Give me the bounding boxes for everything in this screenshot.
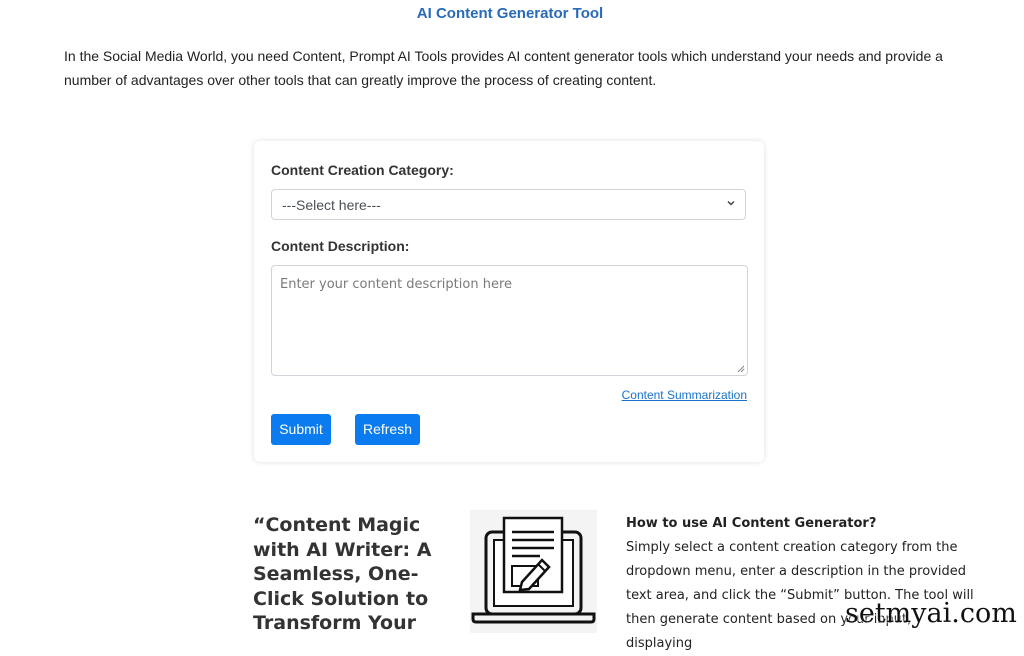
description-textarea[interactable]: Enter your content description here — [271, 265, 748, 376]
watermark: setmyai.com — [845, 598, 1017, 629]
page-title: AI Content Generator Tool — [416, 5, 604, 22]
content-summarization-link[interactable]: Content Summarization — [622, 388, 747, 402]
chevron-down-icon — [727, 200, 735, 206]
feature-quote: “Content Magic with AI Writer: A Seamles… — [253, 514, 432, 634]
category-label: Content Creation Category: — [271, 162, 454, 178]
refresh-button[interactable]: Refresh — [355, 414, 420, 445]
description-label: Content Description: — [271, 238, 410, 254]
category-selected-value: ---Select here--- — [282, 197, 381, 213]
submit-button[interactable]: Submit — [271, 414, 331, 445]
description-placeholder: Enter your content description here — [280, 277, 513, 292]
category-select[interactable]: ---Select here--- — [271, 189, 746, 220]
how-to-body: Simply select a content creation categor… — [626, 540, 974, 651]
how-to-title: How to use AI Content Generator? — [626, 516, 877, 531]
resize-grip-icon[interactable] — [737, 365, 745, 373]
laptop-document-pen-icon — [470, 510, 597, 633]
how-to-section: How to use AI Content Generator? Simply … — [626, 512, 981, 656]
generator-form-card: Content Creation Category: ---Select her… — [254, 141, 764, 462]
intro-paragraph: In the Social Media World, you need Cont… — [64, 48, 943, 88]
